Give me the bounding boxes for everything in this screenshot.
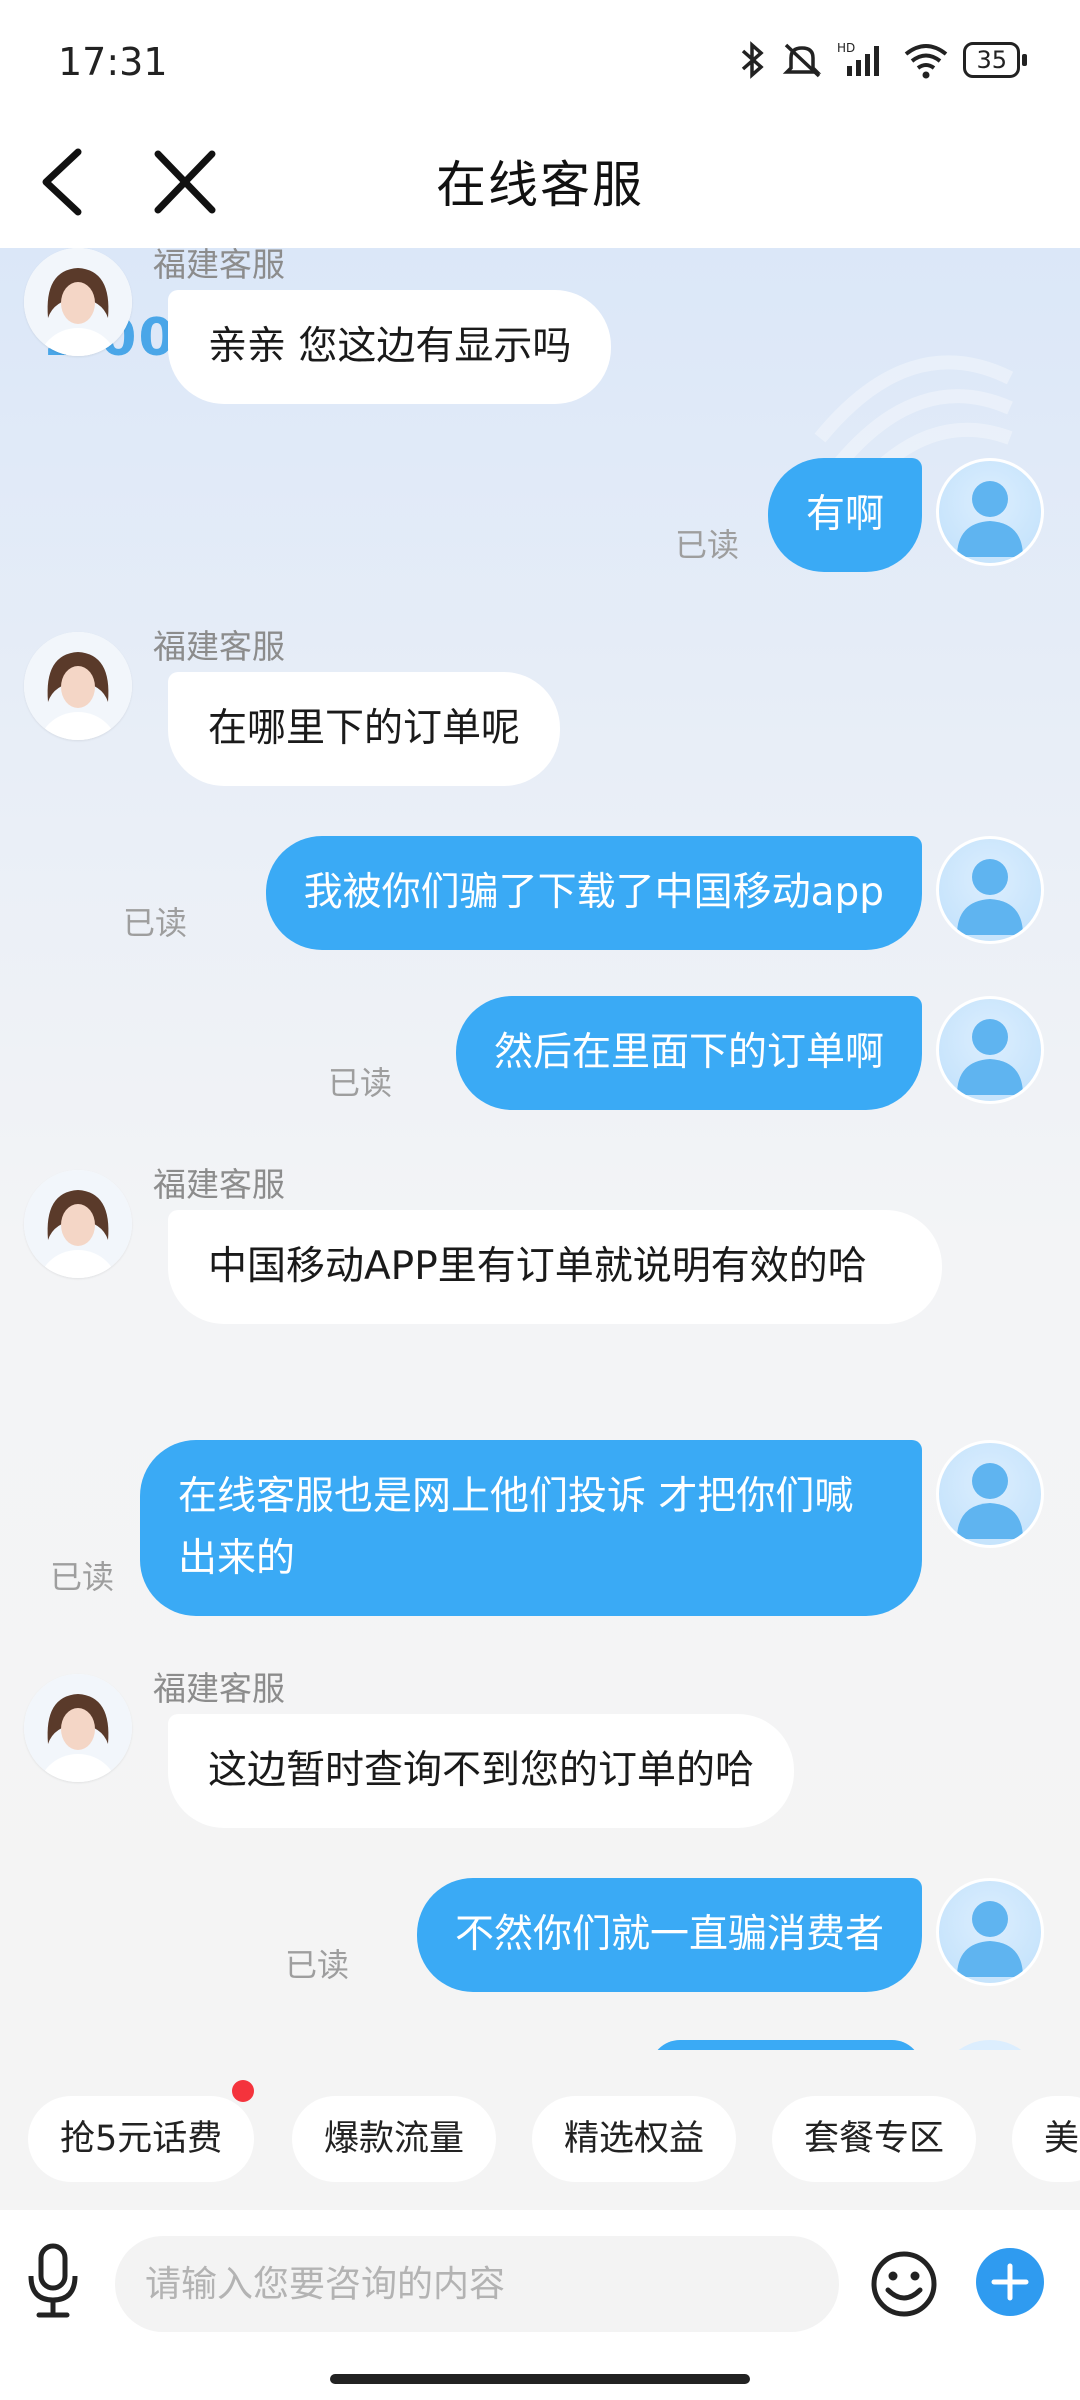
quick-tag-3[interactable]: 精选权益 [532, 2096, 737, 2182]
wifi-icon [905, 44, 948, 79]
bluetooth-icon [742, 41, 765, 79]
quick-tag-2[interactable]: 爆款流量 [292, 2096, 497, 2182]
message-bubble[interactable]: 在线客服也是网上他们投诉 才把你们喊出来的 [140, 1440, 922, 1616]
status-time: 17:31 [58, 40, 168, 84]
notification-dot [232, 2080, 254, 2102]
quick-tag-1[interactable]: 抢5元话费 [28, 2096, 255, 2182]
read-status: 已读 [328, 1064, 393, 1102]
status-icons: HD 35 [739, 38, 1027, 82]
system-nav-area [0, 2350, 1080, 2400]
message-bubble[interactable]: 中国移动APP里有订单就说明有效的哈 [168, 1210, 942, 1324]
user-avatar[interactable] [936, 836, 1044, 944]
chat-area[interactable]: 1 0086 福建客服 亲亲 您这边有显示吗 已读 有啊 福建客服 在哪里下的订… [0, 248, 1080, 2050]
message-bubble[interactable]: 然后在里面下的订单啊 [455, 996, 922, 1110]
message-bubble[interactable]: 这边暂时查询不到您的订单的哈 [168, 1714, 795, 1828]
home-indicator[interactable] [330, 2374, 750, 2384]
message-bubble-partial [650, 2040, 922, 2050]
sender-name: 福建客服 [153, 627, 285, 666]
plus-button[interactable] [976, 2248, 1044, 2316]
network-label: HD [837, 41, 855, 55]
read-status: 已读 [50, 1558, 115, 1596]
message-bubble[interactable]: 不然你们就一直骗消费者 [416, 1878, 922, 1992]
status-bar: 17:31 HD 35 [0, 0, 1080, 110]
user-avatar-partial [936, 2040, 1044, 2050]
input-bar [0, 2210, 1080, 2350]
battery-indicator: 35 [963, 42, 1027, 78]
quick-tags-bar: 抢5元话费 爆款流量 精选权益 套餐专区 美 [0, 2050, 1080, 2210]
sender-name: 福建客服 [153, 1165, 285, 1204]
sender-name: 福建客服 [153, 1669, 285, 1708]
agent-avatar[interactable] [24, 1674, 132, 1782]
read-status: 已读 [675, 526, 740, 564]
quick-tag-4[interactable]: 套餐专区 [772, 2096, 977, 2182]
emoji-icon[interactable] [870, 2250, 938, 2318]
message-bubble[interactable]: 亲亲 您这边有显示吗 [168, 290, 612, 404]
message-bubble[interactable]: 有啊 [767, 458, 922, 572]
agent-avatar[interactable] [24, 248, 132, 356]
message-bubble[interactable]: 在哪里下的订单呢 [168, 672, 561, 786]
user-avatar[interactable] [936, 1878, 1044, 1986]
signal-icon: HD [837, 41, 880, 76]
agent-avatar[interactable] [24, 632, 132, 740]
quick-tag-5[interactable]: 美 [1012, 2096, 1080, 2182]
microphone-icon[interactable] [22, 2240, 84, 2320]
mute-icon [783, 43, 822, 78]
user-avatar[interactable] [936, 996, 1044, 1104]
read-status: 已读 [285, 1946, 350, 1984]
user-avatar[interactable] [936, 458, 1044, 566]
sender-name: 福建客服 [153, 248, 285, 284]
message-input[interactable] [115, 2236, 839, 2332]
page-title: 在线客服 [436, 156, 644, 214]
read-status: 已读 [123, 904, 188, 942]
chat-header: 在线客服 [0, 110, 1080, 248]
user-avatar[interactable] [936, 1440, 1044, 1548]
agent-avatar[interactable] [24, 1170, 132, 1278]
message-bubble[interactable]: 我被你们骗了下载了中国移动app [265, 836, 922, 950]
plus-icon [991, 2263, 1029, 2301]
